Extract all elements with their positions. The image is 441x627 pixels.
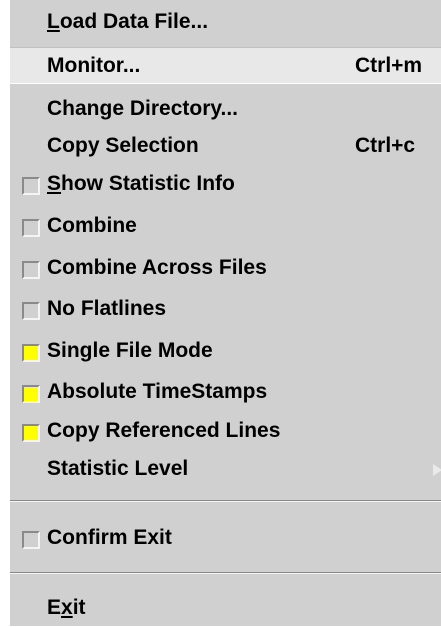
checkbox-checked-icon[interactable] (22, 385, 40, 403)
menu-item-combine-across-files[interactable]: Combine Across Files (10, 250, 441, 287)
menu-item-change-directory[interactable]: Change Directory... (10, 91, 441, 128)
menu-item-label: No Flatlines (47, 297, 167, 320)
menu-item-label: Show Statistic Info (47, 172, 235, 195)
shortcut-label: Ctrl+c (355, 134, 416, 157)
menu-item-label: Monitor... (47, 54, 141, 77)
menu-item-label: Copy Referenced Lines (47, 419, 281, 442)
menu-item-no-flatlines[interactable]: No Flatlines (10, 291, 441, 328)
menu-item-label: Change Directory... (47, 97, 238, 120)
checkbox-checked-icon[interactable] (22, 424, 40, 442)
menu-item-single-file-mode[interactable]: Single File Mode (10, 333, 441, 370)
context-menu: Load Data File... Monitor... Ctrl+m Chan… (10, 0, 441, 626)
checkbox-icon[interactable] (22, 302, 40, 320)
shortcut-label: Ctrl+m (355, 54, 423, 77)
checkbox-checked-icon[interactable] (22, 344, 40, 362)
menu-separator (10, 572, 441, 574)
menu-item-label: Absolute TimeStamps (47, 380, 268, 403)
menu-item-statistic-level[interactable]: Statistic Level (10, 451, 441, 488)
menu-item-absolute-timestamps[interactable]: Absolute TimeStamps (10, 374, 441, 411)
menu-item-confirm-exit[interactable]: Confirm Exit (10, 520, 441, 557)
menu-item-label: Copy Selection (47, 134, 199, 157)
menu-item-show-statistic-info[interactable]: Show Statistic Info (10, 166, 441, 203)
menu-item-monitor[interactable]: Monitor... Ctrl+m (10, 47, 441, 84)
checkbox-icon[interactable] (22, 219, 40, 237)
menu-item-label: Combine (47, 214, 137, 237)
menu-item-label: Exit (47, 596, 86, 619)
submenu-arrow-icon (433, 464, 441, 476)
checkbox-icon[interactable] (22, 531, 40, 549)
menu-item-exit[interactable]: Exit (10, 590, 441, 627)
checkbox-icon[interactable] (22, 261, 40, 279)
menu-item-combine[interactable]: Combine (10, 208, 441, 245)
menu-item-label: Load Data File... (47, 10, 209, 33)
menu-item-label: Confirm Exit (47, 526, 172, 549)
menu-item-copy-selection[interactable]: Copy Selection Ctrl+c (10, 128, 441, 165)
menu-separator (10, 500, 441, 502)
menu-item-label: Single File Mode (47, 339, 213, 362)
menu-item-load-data-file[interactable]: Load Data File... (10, 4, 441, 41)
checkbox-icon[interactable] (22, 177, 40, 195)
menu-item-label: Statistic Level (47, 457, 189, 480)
menu-item-label: Combine Across Files (47, 256, 267, 279)
menu-item-copy-referenced-lines[interactable]: Copy Referenced Lines (10, 413, 441, 450)
